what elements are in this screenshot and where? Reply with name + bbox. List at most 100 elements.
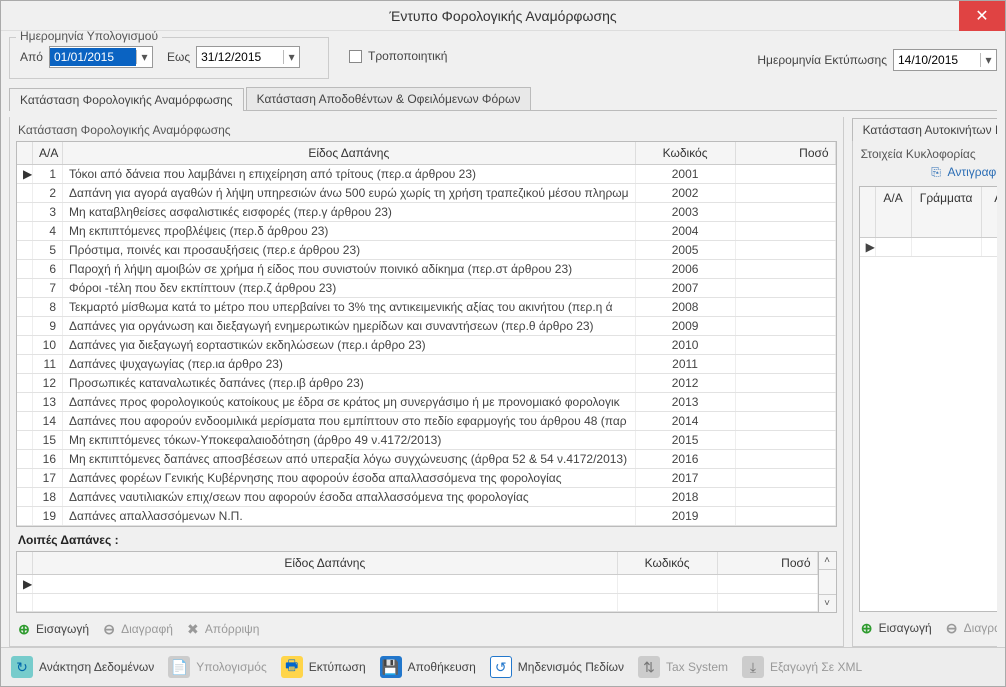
cell-aa: 11 — [33, 355, 63, 373]
cell-kod: 2003 — [636, 203, 736, 221]
table-row[interactable]: 15Μη εκπιπτόμενες τόκων-Υποκεφαλαιοδότησ… — [17, 431, 836, 450]
from-date-input[interactable] — [50, 48, 136, 66]
cell-aa: 13 — [33, 393, 63, 411]
chevron-down-icon[interactable]: ▾ — [283, 50, 299, 64]
window-title: Έντυπο Φορολογικής Αναμόρφωσης — [1, 8, 1005, 24]
table-row[interactable]: 4Μη εκπιπτόμενες προβλέψεις (περ.δ άρθρο… — [17, 222, 836, 241]
chevron-down-icon[interactable]: ▾ — [136, 50, 152, 64]
cell-poso — [736, 393, 836, 411]
cell-kod: 2014 — [636, 412, 736, 430]
table-row[interactable]: 19Δαπάνες απαλλασσόμενων Ν.Π.2019 — [17, 507, 836, 526]
col-kodikos[interactable]: Κωδικός — [636, 142, 736, 164]
cell-eidos: Δαπάνες για διεξαγωγή εορταστικών εκδηλώ… — [63, 336, 636, 354]
cell-eidos: Τεκμαρτό μίσθωμα κατά το μέτρο που υπερβ… — [63, 298, 636, 316]
table-row[interactable]: 13Δαπάνες προς φορολογικούς κατοίκους με… — [17, 393, 836, 412]
grid-header: A/A Είδος Δαπάνης Κωδικός Ποσό — [17, 142, 836, 165]
grid-body: ▶1Τόκοι από δάνεια που λαμβάνει η επιχεί… — [17, 165, 836, 526]
reject-icon: ✖ — [185, 621, 201, 637]
insert-button[interactable]: ⊕ Εισαγωγή — [16, 621, 89, 637]
scroll-up-icon[interactable]: ˄ — [819, 552, 836, 570]
tab-company-cars[interactable]: Κατάσταση Αυτοκινήτων Εταιρείας — [852, 118, 997, 141]
retrieve-data-button[interactable]: ↻ Ανάκτηση Δεδομένων — [11, 656, 154, 678]
table-row[interactable]: 6Παροχή ή λήψη αμοιβών σε χρήμα ή είδος … — [17, 260, 836, 279]
table-row[interactable]: 17Δαπάνες φορέων Γενικής Κυβέρνησης που … — [17, 469, 836, 488]
table-row[interactable]: 2Δαπάνη για αγορά αγαθών ή λήψη υπηρεσιώ… — [17, 184, 836, 203]
cars-grid[interactable]: A/A Γράμματα Αριθμός Κυβ. Εκατ. (cc) ▶ — [860, 187, 997, 611]
reject-button[interactable]: ✖ Απόρριψη — [185, 621, 260, 637]
table-row[interactable]: 12Προσωπικές καταναλωτικές δαπάνες (περ.… — [17, 374, 836, 393]
cell-eidos: Δαπάνες για οργάνωση και διεξαγωγή ενημε… — [63, 317, 636, 335]
right-pane: Κατάσταση Αυτοκινήτων Εταιρείας Στοιχεία… — [852, 117, 997, 647]
cell-kod: 2013 — [636, 393, 736, 411]
table-row[interactable]: 18Δαπάνες ναυτιλιακών επιχ/σεων που αφορ… — [17, 488, 836, 507]
tax-icon: ⇅ — [638, 656, 660, 678]
table-row[interactable]: 16Μη εκπιπτόμενες δαπάνες αποσβέσεων από… — [17, 450, 836, 469]
cars-row-empty[interactable]: ▶ — [860, 238, 997, 257]
cell-eidos: Τόκοι από δάνεια που λαμβάνει η επιχείρη… — [63, 165, 636, 183]
cell-poso — [736, 298, 836, 316]
cell-poso — [736, 165, 836, 183]
other-grid[interactable]: Είδος Δαπάνης Κωδικός Ποσό ▶ — [16, 551, 819, 613]
to-date-combo[interactable]: ▾ — [196, 46, 300, 68]
tab-tax-reform[interactable]: Κατάσταση Φορολογικής Αναμόρφωσης — [9, 88, 244, 111]
minus-icon: ⊖ — [944, 620, 960, 636]
scroll-down-icon[interactable]: ˅ — [819, 594, 836, 612]
cell-poso — [736, 469, 836, 487]
table-row[interactable]: 5Πρόστιμα, ποινές και προσαυξήσεις (περ.… — [17, 241, 836, 260]
from-date-combo[interactable]: ▾ — [49, 46, 153, 68]
other-col-kod[interactable]: Κωδικός — [618, 552, 718, 574]
col-eidos[interactable]: Είδος Δαπάνης — [63, 142, 636, 164]
col-poso[interactable]: Ποσό — [736, 142, 836, 164]
cars-col-letters[interactable]: Γράμματα — [912, 187, 982, 237]
table-row[interactable]: 14Δαπάνες που αφορούν ενδοομιλικά μερίσμ… — [17, 412, 836, 431]
cell-aa: 8 — [33, 298, 63, 316]
tax-system-button[interactable]: ⇅ Tax System — [638, 656, 728, 678]
other-col-eidos[interactable]: Είδος Δαπάνης — [33, 552, 618, 574]
print-date-input[interactable] — [894, 51, 980, 69]
export-xml-button[interactable]: ⤓ Εξαγωγή Σε XML — [742, 656, 862, 678]
table-row[interactable]: 7Φόροι -τέλη που δεν εκπίπτουν (περ.ζ άρ… — [17, 279, 836, 298]
cars-col-aa[interactable]: A/A — [876, 187, 912, 237]
table-row[interactable]: 9Δαπάνες για οργάνωση και διεξαγωγή ενημ… — [17, 317, 836, 336]
cell-eidos: Μη καταβληθείσες ασφαλιστικές εισφορές (… — [63, 203, 636, 221]
copy-from-prev-link[interactable]: Αντιγραφή απο Προηγ. Χρήση — [948, 165, 997, 179]
print-date-combo[interactable]: ▾ — [893, 49, 997, 71]
table-row[interactable]: 11Δαπάνες ψυχαγωγίας (περ.ια άρθρο 23)20… — [17, 355, 836, 374]
content-area: Ημερομηνία Υπολογισμού Από ▾ Εως ▾ Τ — [1, 31, 1005, 647]
cell-aa: 5 — [33, 241, 63, 259]
tab-taxes-due[interactable]: Κατάσταση Αποδοθέντων & Οφειλόμενων Φόρω… — [246, 87, 532, 110]
cars-delete-button[interactable]: ⊖ Διαγραφή — [944, 620, 997, 636]
amendment-label: Τροποποιητική — [368, 49, 447, 63]
amendment-checkbox[interactable] — [349, 50, 362, 63]
table-row[interactable]: 8Τεκμαρτό μίσθωμα κατά το μέτρο που υπερ… — [17, 298, 836, 317]
cars-col-number[interactable]: Αριθμός — [982, 187, 997, 237]
refresh-icon: ↻ — [11, 656, 33, 678]
cars-insert-button[interactable]: ⊕ Εισαγωγή — [859, 620, 932, 636]
main-grid[interactable]: A/A Είδος Δαπάνης Κωδικός Ποσό ▶1Τόκοι α… — [16, 141, 837, 527]
cell-kod: 2004 — [636, 222, 736, 240]
save-button[interactable]: 💾 Αποθήκευση — [380, 656, 476, 678]
cell-kod: 2015 — [636, 431, 736, 449]
delete-button[interactable]: ⊖ Διαγραφή — [101, 621, 173, 637]
cell-kod: 2001 — [636, 165, 736, 183]
cell-aa: 1 — [33, 165, 63, 183]
table-row[interactable]: 10Δαπάνες για διεξαγωγή εορταστικών εκδη… — [17, 336, 836, 355]
reset-fields-button[interactable]: ↺ Μηδενισμός Πεδίων — [490, 656, 624, 678]
cell-kod: 2005 — [636, 241, 736, 259]
print-button[interactable]: 🖶 Εκτύπωση — [281, 656, 366, 678]
other-row-empty[interactable]: ▶ — [17, 575, 818, 594]
cell-kod: 2008 — [636, 298, 736, 316]
cell-aa: 14 — [33, 412, 63, 430]
to-date-input[interactable] — [197, 48, 283, 66]
close-button[interactable]: ✕ — [959, 1, 1005, 31]
other-grid-scrollbar[interactable]: ˄ ˅ — [819, 551, 837, 613]
titlebar: Έντυπο Φορολογικής Αναμόρφωσης ✕ — [1, 1, 1005, 31]
table-row[interactable]: ▶1Τόκοι από δάνεια που λαμβάνει η επιχεί… — [17, 165, 836, 184]
cell-aa: 19 — [33, 507, 63, 525]
cell-kod: 2011 — [636, 355, 736, 373]
calculate-button[interactable]: 📄 Υπολογισμός — [168, 656, 267, 678]
table-row[interactable]: 3Μη καταβληθείσες ασφαλιστικές εισφορές … — [17, 203, 836, 222]
chevron-down-icon[interactable]: ▾ — [980, 53, 996, 67]
other-col-poso[interactable]: Ποσό — [718, 552, 818, 574]
col-aa[interactable]: A/A — [33, 142, 63, 164]
